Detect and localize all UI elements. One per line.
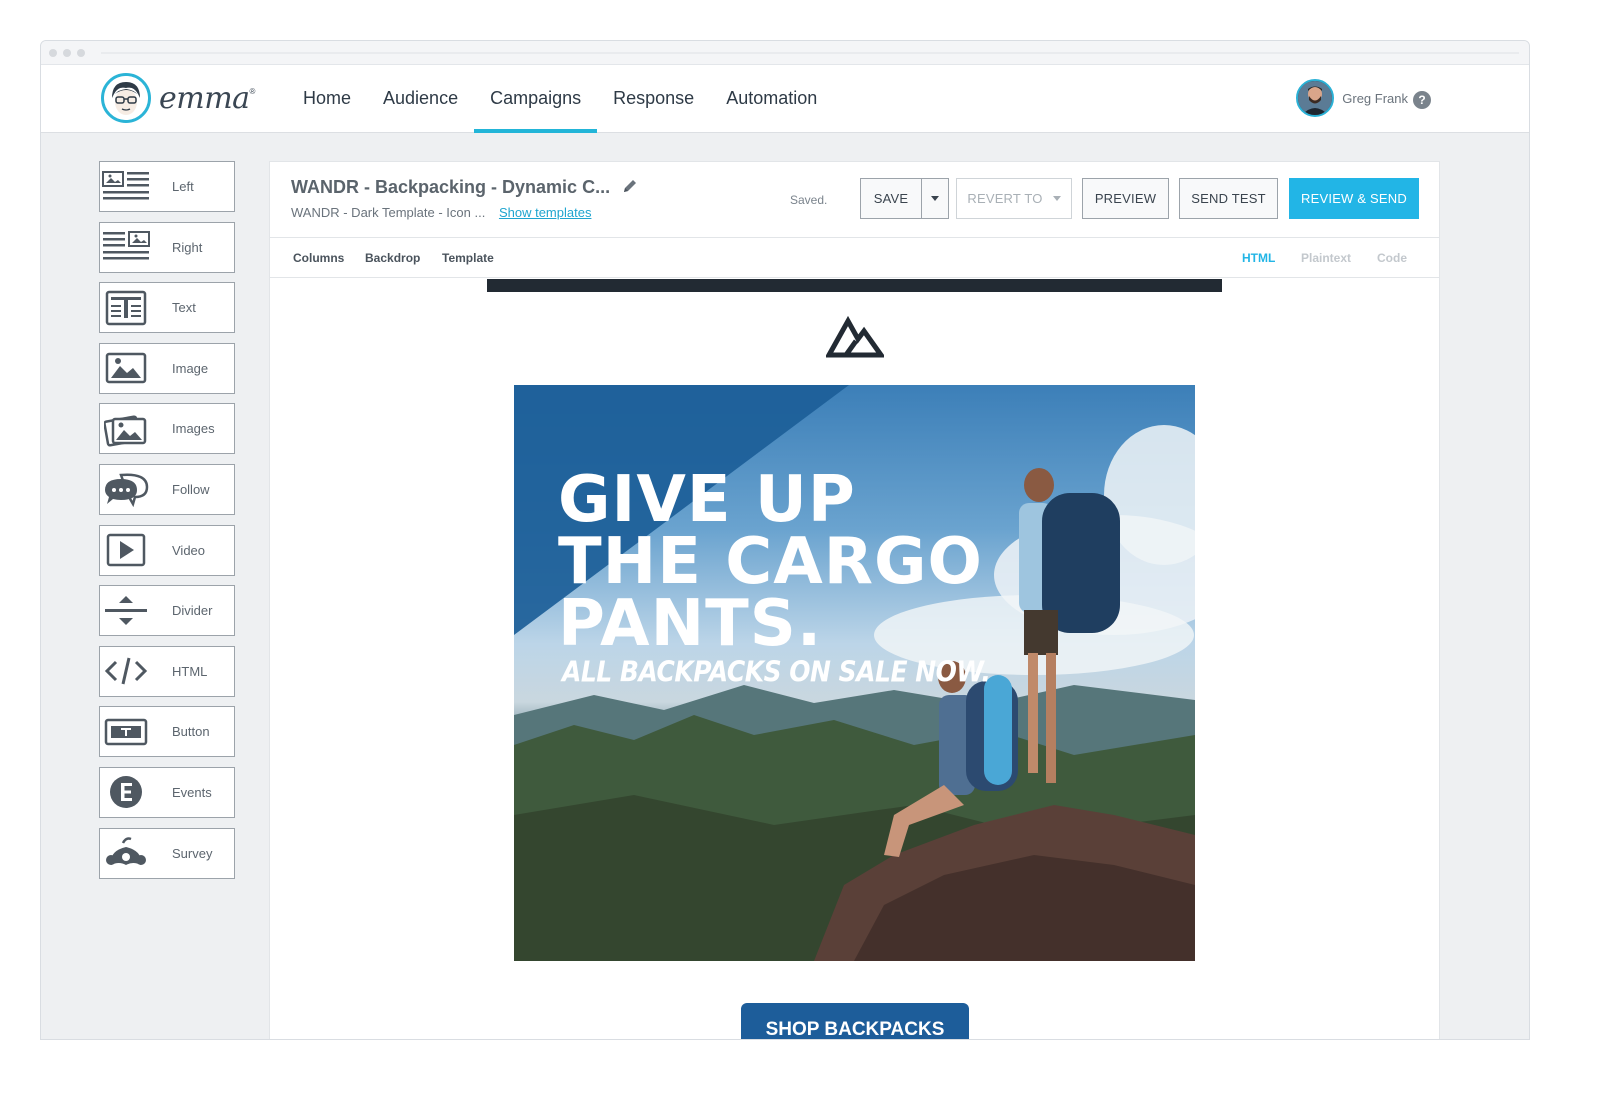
nav-home[interactable]: Home (287, 65, 367, 133)
block-text[interactable]: Text (99, 282, 235, 334)
block-button[interactable]: Button (99, 706, 235, 758)
avatar (1296, 79, 1335, 117)
block-follow[interactable]: Follow (99, 463, 235, 515)
window-controls (49, 49, 85, 57)
review-send-button[interactable]: REVIEW & SEND (1289, 178, 1419, 219)
block-label: Right (172, 239, 203, 255)
email-canvas[interactable]: GIVE UP THE CARGO PANTS. ALL BACKPACKS O… (270, 279, 1439, 1039)
block-divider[interactable]: Divider (99, 585, 235, 637)
editor-header: WANDR - Backpacking - Dynamic C... WANDR… (270, 162, 1439, 238)
revert-to-button[interactable]: REVERT TO (956, 178, 1072, 219)
browser-window: emma ® Home Audience Campaigns Response … (40, 40, 1530, 1040)
block-label: Images (172, 421, 215, 437)
top-nav: emma ® Home Audience Campaigns Response … (41, 65, 1529, 133)
user-menu[interactable]: Greg Frank (1296, 79, 1424, 117)
send-test-button[interactable]: SEND TEST (1179, 178, 1278, 219)
play-icon (100, 526, 152, 575)
block-label: Video (172, 542, 206, 558)
headline-line: THE CARGO (558, 525, 983, 599)
pencil-icon[interactable] (622, 178, 638, 199)
block-label: Image (172, 360, 209, 376)
nav-campaigns[interactable]: Campaigns (474, 65, 598, 133)
campaign-subtitle: WANDR - Dark Template - Icon ... Show te… (291, 205, 591, 220)
chevron-down-icon (931, 196, 939, 201)
tab-backdrop[interactable]: Backdrop (365, 251, 420, 265)
block-label: HTML (172, 663, 208, 679)
nav-response[interactable]: Response (597, 65, 710, 133)
block-html[interactable]: HTML (99, 645, 235, 697)
block-label: Survey (172, 845, 213, 861)
save-status: Saved. (790, 193, 828, 207)
content-blocks-palette: Left Right Text Image Images Follow Vide… (99, 161, 235, 888)
trademark-mark: ® (249, 87, 256, 96)
brand-wordmark: emma (159, 80, 250, 116)
user-name: Greg Frank (1342, 90, 1408, 106)
images-icon (100, 404, 152, 453)
window-dot[interactable] (63, 49, 71, 57)
show-templates-link[interactable]: Show templates (499, 205, 592, 220)
layout-left-icon (100, 162, 152, 211)
emma-logo[interactable]: emma ® (101, 73, 255, 123)
revert-to-label: REVERT TO (967, 191, 1043, 206)
help-icon[interactable]: ? (1413, 91, 1431, 109)
hero-subheadline: ALL BACKPACKS ON SALE NOW. (562, 654, 991, 689)
hero-headline: GIVE UP THE CARGO PANTS. (558, 463, 983, 661)
block-label: Text (172, 300, 196, 316)
save-button[interactable]: SAVE (860, 178, 922, 219)
block-events[interactable]: Events (99, 766, 235, 818)
shop-backpacks-button[interactable]: SHOP BACKPACKS (741, 1003, 969, 1039)
tab-code[interactable]: Code (1377, 251, 1407, 265)
nav-audience[interactable]: Audience (367, 65, 474, 133)
headline-line: PANTS. (558, 587, 823, 661)
mountain-logo-icon (824, 313, 886, 364)
browser-chrome (41, 41, 1529, 65)
headline-line: GIVE UP (558, 463, 856, 537)
block-images[interactable]: Images (99, 403, 235, 455)
block-survey[interactable]: Survey (99, 827, 235, 879)
block-label: Events (172, 784, 212, 800)
template-name: WANDR - Dark Template - Icon ... (291, 205, 486, 220)
image-icon (100, 344, 152, 393)
chat-bubbles-icon (100, 465, 152, 514)
button-icon (100, 707, 152, 756)
window-dot[interactable] (49, 49, 57, 57)
nav-automation[interactable]: Automation (710, 65, 833, 133)
divider-icon (100, 586, 152, 635)
block-video[interactable]: Video (99, 524, 235, 576)
emma-mascot-icon (101, 73, 151, 123)
window-dot[interactable] (77, 49, 85, 57)
chevron-down-icon (1052, 196, 1061, 201)
block-label: Divider (172, 603, 213, 619)
hero-image[interactable]: GIVE UP THE CARGO PANTS. ALL BACKPACKS O… (514, 385, 1195, 961)
main-nav: Home Audience Campaigns Response Automat… (287, 65, 833, 133)
block-label: Follow (172, 481, 210, 497)
preview-button[interactable]: PREVIEW (1082, 178, 1169, 219)
block-right[interactable]: Right (99, 221, 235, 273)
email-header-bar (487, 279, 1222, 292)
tab-plaintext[interactable]: Plaintext (1301, 251, 1351, 265)
code-icon (100, 647, 152, 696)
block-image[interactable]: Image (99, 342, 235, 394)
block-label: Left (172, 179, 194, 194)
editor-toolbar: Columns Backdrop Template HTML Plaintext… (270, 238, 1439, 278)
layout-right-icon (100, 223, 152, 272)
save-dropdown-button[interactable] (921, 178, 949, 219)
tab-columns[interactable]: Columns (293, 251, 344, 265)
tab-template[interactable]: Template (442, 251, 494, 265)
address-bar (101, 52, 1519, 54)
text-block-icon (100, 283, 152, 332)
events-icon (100, 768, 152, 817)
survey-icon (100, 829, 152, 878)
block-label: Button (172, 724, 210, 740)
campaign-editor: WANDR - Backpacking - Dynamic C... WANDR… (269, 161, 1440, 1039)
block-left[interactable]: Left (99, 161, 235, 212)
tab-html[interactable]: HTML (1242, 251, 1275, 265)
campaign-title[interactable]: WANDR - Backpacking - Dynamic C... (291, 177, 610, 198)
